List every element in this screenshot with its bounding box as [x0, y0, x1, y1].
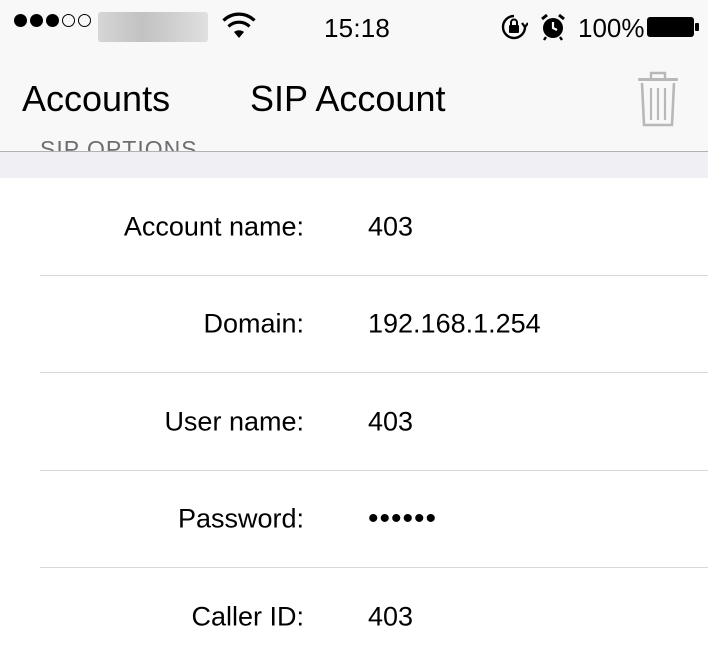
form-row-caller-id[interactable]: Caller ID: 403	[0, 568, 708, 658]
section-band	[0, 152, 708, 178]
field-label: Password:	[177, 503, 304, 534]
signal-dot	[30, 14, 43, 27]
signal-dot	[78, 14, 91, 27]
signal-strength-icon	[14, 14, 91, 27]
account-form: Account name: 403 Domain: 192.168.1.254 …	[0, 178, 708, 658]
back-button[interactable]: Accounts	[22, 78, 170, 120]
carrier-name-redacted	[98, 12, 208, 42]
status-time: 15:18	[324, 13, 391, 43]
form-row-domain[interactable]: Domain: 192.168.1.254	[0, 276, 708, 373]
navigation-bar: Accounts SIP Account SIP OPTIONS	[0, 56, 708, 152]
page-title: SIP Account	[250, 78, 446, 119]
rotation-lock-icon	[501, 14, 528, 40]
user-name-field[interactable]: 403	[368, 406, 413, 437]
signal-dot	[46, 14, 59, 27]
section-header: SIP OPTIONS	[40, 136, 198, 152]
domain-field[interactable]: 192.168.1.254	[368, 309, 541, 340]
battery-percentage: 100%	[578, 13, 645, 43]
account-name-field[interactable]: 403	[368, 211, 413, 242]
wifi-icon	[222, 12, 256, 38]
field-label: Caller ID:	[191, 601, 304, 632]
signal-dot	[14, 14, 27, 27]
field-label: Account name:	[123, 211, 304, 242]
signal-dot	[62, 14, 75, 27]
battery-icon	[647, 17, 699, 37]
password-field[interactable]: ••••••	[368, 502, 437, 536]
form-row-password[interactable]: Password: ••••••	[0, 471, 708, 568]
caller-id-field[interactable]: 403	[368, 601, 413, 632]
status-bar: 15:18 100%	[0, 0, 708, 56]
form-row-user-name[interactable]: User name: 403	[0, 373, 708, 471]
field-label: Domain:	[203, 308, 304, 339]
field-label: User name:	[164, 406, 304, 437]
form-row-account-name[interactable]: Account name: 403	[0, 178, 708, 276]
alarm-icon	[541, 13, 565, 41]
trash-icon[interactable]	[636, 70, 680, 128]
